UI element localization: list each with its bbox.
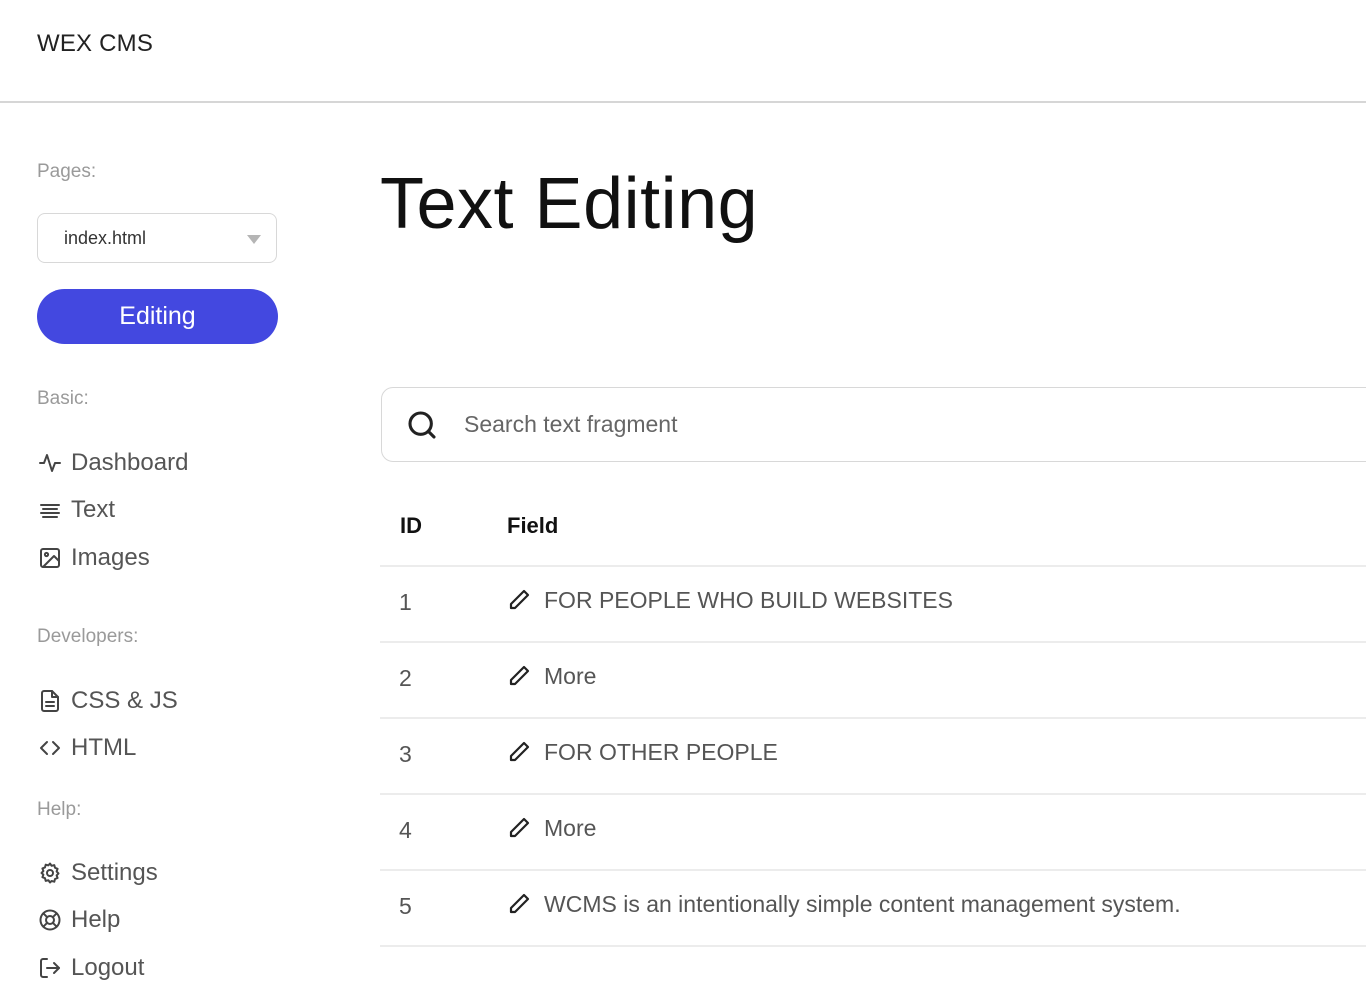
sidebar-item-settings[interactable]: Settings: [37, 857, 158, 889]
table-row: 2 More: [380, 641, 1366, 717]
field-text: FOR OTHER PEOPLE: [544, 739, 778, 765]
life-buoy-icon: [37, 907, 63, 933]
brand-logo-text[interactable]: WEX CMS: [37, 30, 153, 58]
image-icon: [37, 545, 63, 571]
sidebar-item-logout[interactable]: Logout: [37, 952, 144, 984]
pencil-icon: [507, 664, 533, 690]
sidebar-item-label: HTML: [71, 734, 137, 761]
field-text: More: [544, 663, 597, 689]
developers-section-label: Developers:: [37, 626, 139, 647]
file-text-icon: [37, 688, 63, 714]
pencil-icon: [507, 588, 533, 614]
sidebar-item-label: Help: [71, 906, 121, 933]
search-icon: [406, 409, 438, 441]
search-bar[interactable]: [381, 387, 1366, 462]
field-text: WCMS is an intentionally simple content …: [544, 891, 1181, 917]
edit-field-link[interactable]: FOR OTHER PEOPLE: [507, 739, 778, 766]
edit-field-link[interactable]: More: [507, 815, 596, 842]
page-select-value: index.html: [64, 227, 147, 248]
row-id: 3: [399, 741, 412, 767]
pencil-icon: [507, 892, 533, 918]
page-title: Text Editing: [380, 164, 759, 244]
row-id: 1: [399, 589, 412, 615]
page-select[interactable]: index.html: [37, 213, 277, 263]
pages-section-label: Pages:: [37, 161, 97, 182]
column-header-id: ID: [400, 513, 422, 538]
sidebar-item-label: Text: [71, 496, 116, 523]
sidebar-item-images[interactable]: Images: [37, 542, 150, 574]
activity-icon: [37, 450, 63, 476]
table-header: ID Field: [380, 487, 1366, 565]
basic-section-label: Basic:: [37, 388, 89, 409]
sidebar-item-text[interactable]: Text: [37, 494, 115, 526]
edit-field-link[interactable]: FOR PEOPLE WHO BUILD WEBSITES: [507, 587, 953, 614]
gear-icon: [37, 860, 63, 886]
text-fields-table: ID Field 1 FOR PEOPLE WHO BUILD WEBSITES…: [380, 487, 1366, 947]
sidebar-item-css-js[interactable]: CSS & JS: [37, 685, 178, 717]
row-id: 2: [399, 665, 412, 691]
edit-field-link[interactable]: More: [507, 663, 596, 690]
caret-down-icon: [247, 235, 261, 244]
sidebar-item-label: Images: [71, 544, 150, 571]
sidebar-item-help[interactable]: Help: [37, 904, 120, 936]
sidebar-item-dashboard[interactable]: Dashboard: [37, 447, 188, 479]
search-input[interactable]: [462, 410, 1266, 439]
table-row: 5 WCMS is an intentionally simple conten…: [380, 869, 1366, 947]
code-icon: [37, 735, 63, 761]
field-text: More: [544, 815, 597, 841]
sidebar: Pages: index.html Editing Basic: Dashboa…: [0, 103, 340, 1000]
row-id: 4: [399, 817, 412, 843]
table-row: 4 More: [380, 793, 1366, 869]
sidebar-item-label: Dashboard: [71, 449, 189, 476]
logout-icon: [37, 955, 63, 981]
sidebar-item-label: Settings: [71, 859, 158, 886]
align-text-icon: [37, 497, 63, 523]
sidebar-item-html[interactable]: HTML: [37, 732, 136, 764]
sidebar-item-label: Logout: [71, 954, 145, 981]
help-section-label: Help:: [37, 799, 82, 820]
table-row: 1 FOR PEOPLE WHO BUILD WEBSITES: [380, 565, 1366, 641]
row-id: 5: [399, 893, 412, 919]
main-content: Text Editing ID Field 1 FOR PEOPLE WHO B…: [380, 103, 1366, 1000]
edit-field-link[interactable]: WCMS is an intentionally simple content …: [507, 891, 1181, 918]
sidebar-item-label: CSS & JS: [71, 687, 178, 714]
column-header-field: Field: [507, 513, 559, 538]
editing-button[interactable]: Editing: [37, 289, 278, 344]
field-text: FOR PEOPLE WHO BUILD WEBSITES: [544, 587, 953, 613]
pencil-icon: [507, 816, 533, 842]
top-bar: WEX CMS: [0, 0, 1366, 103]
pencil-icon: [507, 740, 533, 766]
table-row: 3 FOR OTHER PEOPLE: [380, 717, 1366, 793]
